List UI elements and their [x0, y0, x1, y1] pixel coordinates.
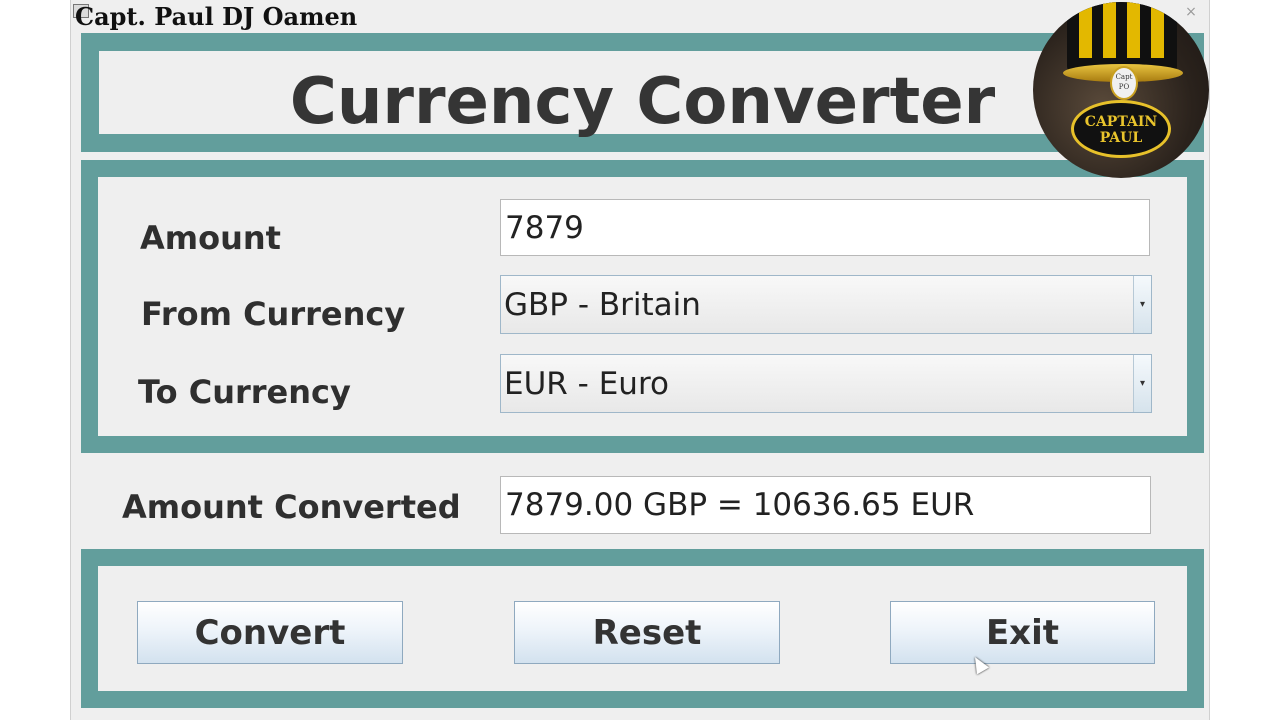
reset-button[interactable]: Reset: [514, 601, 780, 664]
amount-label: Amount: [140, 219, 281, 257]
captain-paul-logo: Capt PO CAPTAIN PAUL: [1033, 2, 1209, 178]
badge-emblem: Capt PO: [1110, 66, 1138, 100]
right-background: [1210, 0, 1280, 720]
amount-input[interactable]: 7879: [500, 199, 1150, 256]
chevron-down-icon[interactable]: ▾: [1133, 276, 1151, 333]
badge-text-line1: CAPTAIN: [1084, 114, 1158, 130]
chevron-down-icon[interactable]: ▾: [1133, 355, 1151, 412]
cap-stripe: [1079, 2, 1092, 58]
to-currency-value: EUR - Euro: [504, 365, 669, 402]
left-background: [0, 0, 70, 720]
to-currency-select[interactable]: EUR - Euro ▾: [500, 354, 1152, 413]
from-currency-label: From Currency: [141, 295, 406, 333]
input-panel-inner: Amount 7879 From Currency GBP - Britain …: [98, 177, 1187, 436]
badge-text-line2: PAUL: [1099, 130, 1143, 146]
cap-stripe: [1151, 2, 1164, 58]
badge-oval: CAPTAIN PAUL: [1071, 100, 1171, 158]
page-title: Currency Converter: [289, 65, 996, 139]
input-panel: Amount 7879 From Currency GBP - Britain …: [81, 160, 1204, 453]
close-icon[interactable]: ×: [1183, 4, 1199, 20]
button-panel: Convert Reset Exit: [81, 549, 1204, 708]
amount-converted-field[interactable]: 7879.00 GBP = 10636.65 EUR: [500, 476, 1151, 534]
cap-stripe: [1127, 2, 1140, 58]
button-panel-inner: Convert Reset Exit: [98, 566, 1187, 691]
from-currency-select[interactable]: GBP - Britain ▾: [500, 275, 1152, 334]
from-currency-value: GBP - Britain: [504, 286, 701, 323]
exit-button[interactable]: Exit: [890, 601, 1155, 664]
title-panel-inner: Currency Converter: [99, 51, 1186, 139]
convert-button[interactable]: Convert: [137, 601, 403, 664]
to-currency-label: To Currency: [138, 373, 351, 411]
window-title: Capt. Paul DJ Oamen: [75, 2, 358, 31]
amount-converted-label: Amount Converted: [122, 488, 461, 526]
cap-stripe: [1103, 2, 1116, 58]
